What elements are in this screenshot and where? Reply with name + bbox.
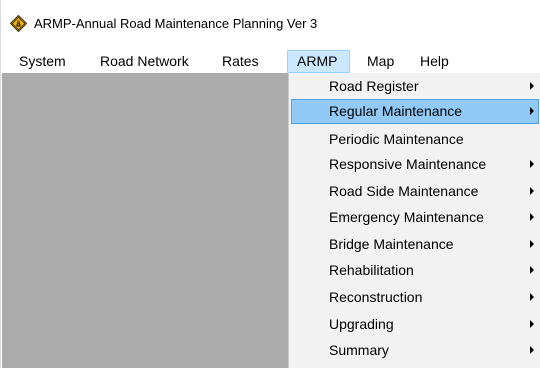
submenu-arrow-icon bbox=[530, 346, 534, 354]
menu-map[interactable]: Map bbox=[367, 50, 394, 72]
submenu-arrow-icon bbox=[530, 213, 534, 221]
menu-bar: System Road Network Rates ARMP Map Help bbox=[1, 50, 540, 73]
menu-item-reconstruction[interactable]: Reconstruction bbox=[291, 285, 539, 310]
submenu-arrow-icon bbox=[530, 160, 534, 168]
menu-item-emergency-maintenance[interactable]: Emergency Maintenance bbox=[291, 205, 539, 230]
menu-item-label: Road Register bbox=[329, 78, 419, 94]
menu-item-regular-maintenance[interactable]: Regular Maintenance bbox=[291, 99, 539, 124]
menu-item-label: Bridge Maintenance bbox=[329, 236, 454, 252]
menu-item-rehabilitation[interactable]: Rehabilitation bbox=[291, 258, 539, 283]
submenu-arrow-icon bbox=[530, 82, 534, 90]
window-title: ARMP-Annual Road Maintenance Planning Ve… bbox=[34, 16, 318, 31]
road-warning-sign-icon bbox=[10, 15, 27, 32]
menu-item-label: Summary bbox=[329, 342, 389, 358]
menu-item-label: Upgrading bbox=[329, 316, 394, 332]
submenu-arrow-icon bbox=[530, 107, 534, 115]
submenu-arrow-icon bbox=[530, 320, 534, 328]
menu-item-road-side-maintenance[interactable]: Road Side Maintenance bbox=[291, 179, 539, 204]
menu-armp[interactable]: ARMP bbox=[287, 50, 350, 73]
menu-item-label: Responsive Maintenance bbox=[329, 156, 487, 172]
menu-item-road-register[interactable]: Road Register bbox=[291, 74, 539, 99]
submenu-arrow-icon bbox=[530, 266, 534, 274]
menu-rates[interactable]: Rates bbox=[222, 50, 259, 72]
armp-dropdown-menu: Road Register Regular Maintenance Period… bbox=[288, 73, 540, 368]
submenu-arrow-icon bbox=[530, 240, 534, 248]
menu-road-network[interactable]: Road Network bbox=[100, 50, 189, 72]
menu-item-periodic-maintenance[interactable]: Periodic Maintenance bbox=[291, 127, 539, 152]
menu-help[interactable]: Help bbox=[420, 50, 449, 72]
app-window: ARMP-Annual Road Maintenance Planning Ve… bbox=[0, 0, 540, 368]
submenu-arrow-icon bbox=[530, 187, 534, 195]
menu-item-upgrading[interactable]: Upgrading bbox=[291, 312, 539, 337]
menu-item-label: Reconstruction bbox=[329, 289, 423, 305]
menu-item-responsive-maintenance[interactable]: Responsive Maintenance bbox=[291, 152, 539, 177]
menu-item-label: Periodic Maintenance bbox=[329, 131, 464, 147]
menu-item-bridge-maintenance[interactable]: Bridge Maintenance bbox=[291, 232, 539, 257]
menu-item-label: Emergency Maintenance bbox=[329, 209, 484, 225]
title-bar[interactable]: ARMP-Annual Road Maintenance Planning Ve… bbox=[1, 0, 540, 50]
submenu-arrow-icon bbox=[530, 293, 534, 301]
menu-item-label: Rehabilitation bbox=[329, 262, 414, 278]
menu-item-label: Regular Maintenance bbox=[329, 103, 463, 119]
menu-item-summary[interactable]: Summary bbox=[291, 338, 539, 363]
menu-system[interactable]: System bbox=[19, 50, 66, 72]
menu-item-label: Road Side Maintenance bbox=[329, 183, 479, 199]
